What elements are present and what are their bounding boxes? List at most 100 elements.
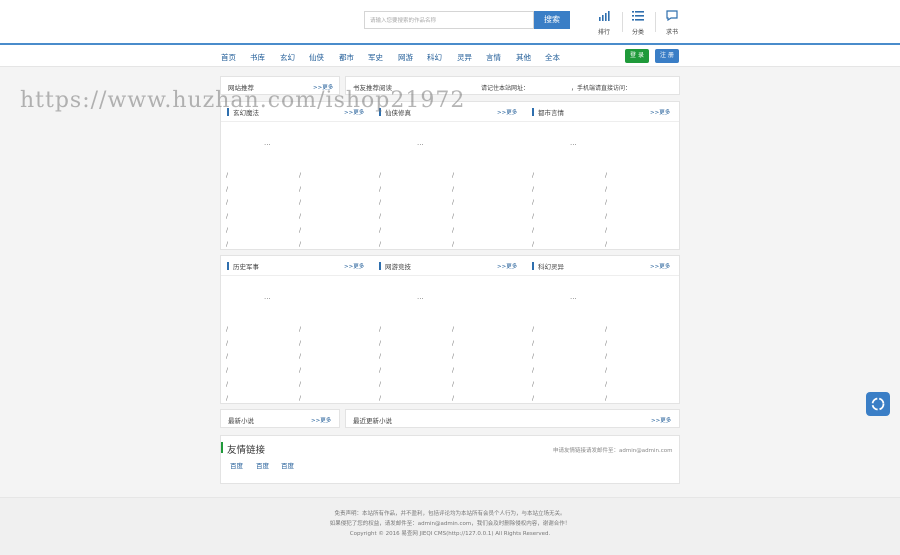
- book-list-item[interactable]: /: [379, 213, 381, 220]
- book-list-item[interactable]: /: [379, 353, 381, 360]
- book-list-item[interactable]: /: [605, 172, 607, 179]
- book-list-item[interactable]: /: [532, 199, 534, 206]
- book-list-item[interactable]: /: [379, 241, 381, 248]
- book-list-item[interactable]: /: [379, 172, 381, 179]
- nav-item-romance[interactable]: 言情: [486, 52, 501, 63]
- book-list-item[interactable]: /: [605, 353, 607, 360]
- book-list-item[interactable]: /: [299, 213, 301, 220]
- book-list-item[interactable]: /: [379, 381, 381, 388]
- book-list-item[interactable]: /: [379, 340, 381, 347]
- book-list-item[interactable]: /: [452, 186, 454, 193]
- friend-link[interactable]: 百度: [256, 460, 269, 470]
- book-list-item[interactable]: /: [452, 227, 454, 234]
- nav-item-library[interactable]: 书库: [250, 52, 265, 63]
- book-list-item[interactable]: /: [532, 367, 534, 374]
- book-list-item[interactable]: /: [226, 395, 228, 402]
- book-list-item[interactable]: /: [605, 395, 607, 402]
- book-list-item[interactable]: /: [605, 326, 607, 333]
- more-link[interactable]: >>更多: [311, 416, 331, 424]
- more-link[interactable]: >>更多: [650, 262, 670, 270]
- nav-item-supernatural[interactable]: 灵异: [457, 52, 472, 63]
- book-list-item[interactable]: /: [532, 213, 534, 220]
- nav-item-complete[interactable]: 全本: [545, 52, 560, 63]
- book-list-item[interactable]: /: [532, 353, 534, 360]
- book-list-item[interactable]: /: [452, 353, 454, 360]
- book-list-item[interactable]: /: [452, 241, 454, 248]
- more-link[interactable]: >>更多: [344, 262, 364, 270]
- nav-item-urban[interactable]: 都市: [339, 52, 354, 63]
- book-list-item[interactable]: /: [452, 172, 454, 179]
- book-list-item[interactable]: /: [605, 367, 607, 374]
- book-list-item[interactable]: /: [605, 241, 607, 248]
- book-list-item[interactable]: /: [226, 172, 228, 179]
- book-list-item[interactable]: /: [226, 340, 228, 347]
- book-list-item[interactable]: /: [226, 367, 228, 374]
- book-list-item[interactable]: /: [226, 186, 228, 193]
- book-list-item[interactable]: /: [605, 381, 607, 388]
- login-button[interactable]: 登 录: [625, 49, 649, 63]
- book-list-item[interactable]: /: [226, 353, 228, 360]
- book-list-item[interactable]: /: [226, 199, 228, 206]
- book-list-item[interactable]: /: [452, 213, 454, 220]
- friend-link[interactable]: 百度: [281, 460, 294, 470]
- book-list-item[interactable]: /: [379, 326, 381, 333]
- book-list-item[interactable]: /: [452, 326, 454, 333]
- book-list-item[interactable]: /: [226, 241, 228, 248]
- search-button[interactable]: 搜索: [534, 11, 570, 29]
- book-list-item[interactable]: /: [299, 241, 301, 248]
- book-list-item[interactable]: /: [452, 367, 454, 374]
- nav-item-scifi[interactable]: 科幻: [427, 52, 442, 63]
- book-list-item[interactable]: /: [226, 213, 228, 220]
- book-list-item[interactable]: /: [299, 326, 301, 333]
- more-link[interactable]: >>更多: [497, 108, 517, 116]
- book-list-item[interactable]: /: [532, 241, 534, 248]
- book-list-item[interactable]: /: [226, 326, 228, 333]
- book-list-item[interactable]: /: [299, 381, 301, 388]
- book-list-item[interactable]: /: [532, 227, 534, 234]
- book-list-item[interactable]: /: [452, 395, 454, 402]
- search-input[interactable]: 请输入您要搜索的作品名称: [364, 11, 534, 29]
- nav-item-home[interactable]: 首页: [221, 52, 236, 63]
- book-list-item[interactable]: /: [226, 227, 228, 234]
- book-list-item[interactable]: /: [605, 213, 607, 220]
- book-list-item[interactable]: /: [605, 199, 607, 206]
- book-list-item[interactable]: /: [379, 367, 381, 374]
- nav-item-fantasy[interactable]: 玄幻: [280, 52, 295, 63]
- floating-action-button[interactable]: [866, 392, 890, 416]
- book-list-item[interactable]: /: [299, 199, 301, 206]
- more-link[interactable]: >>更多: [497, 262, 517, 270]
- more-link[interactable]: >>更多: [651, 416, 671, 424]
- book-list-item[interactable]: /: [226, 381, 228, 388]
- nav-item-other[interactable]: 其他: [516, 52, 531, 63]
- book-list-item[interactable]: /: [605, 340, 607, 347]
- book-list-item[interactable]: /: [299, 353, 301, 360]
- book-list-item[interactable]: /: [299, 227, 301, 234]
- more-link[interactable]: >>更多: [650, 108, 670, 116]
- book-list-item[interactable]: /: [605, 186, 607, 193]
- book-list-item[interactable]: /: [532, 340, 534, 347]
- book-list-item[interactable]: /: [379, 199, 381, 206]
- book-list-item[interactable]: /: [532, 326, 534, 333]
- request-book-link[interactable]: 求书: [660, 10, 684, 36]
- book-list-item[interactable]: /: [532, 186, 534, 193]
- book-list-item[interactable]: /: [532, 381, 534, 388]
- book-list-item[interactable]: /: [452, 340, 454, 347]
- book-list-item[interactable]: /: [299, 172, 301, 179]
- nav-item-military[interactable]: 军史: [368, 52, 383, 63]
- book-list-item[interactable]: /: [299, 340, 301, 347]
- nav-item-game[interactable]: 网游: [398, 52, 413, 63]
- category-link[interactable]: 分类: [626, 10, 650, 36]
- nav-item-xianxia[interactable]: 仙侠: [309, 52, 324, 63]
- friend-link[interactable]: 百度: [230, 460, 243, 470]
- book-list-item[interactable]: /: [299, 395, 301, 402]
- book-list-item[interactable]: /: [605, 227, 607, 234]
- book-list-item[interactable]: /: [532, 172, 534, 179]
- book-list-item[interactable]: /: [299, 186, 301, 193]
- book-list-item[interactable]: /: [379, 395, 381, 402]
- book-list-item[interactable]: /: [379, 186, 381, 193]
- book-list-item[interactable]: /: [299, 367, 301, 374]
- book-list-item[interactable]: /: [532, 395, 534, 402]
- book-list-item[interactable]: /: [452, 199, 454, 206]
- book-list-item[interactable]: /: [379, 227, 381, 234]
- ranking-link[interactable]: 排行: [592, 10, 616, 36]
